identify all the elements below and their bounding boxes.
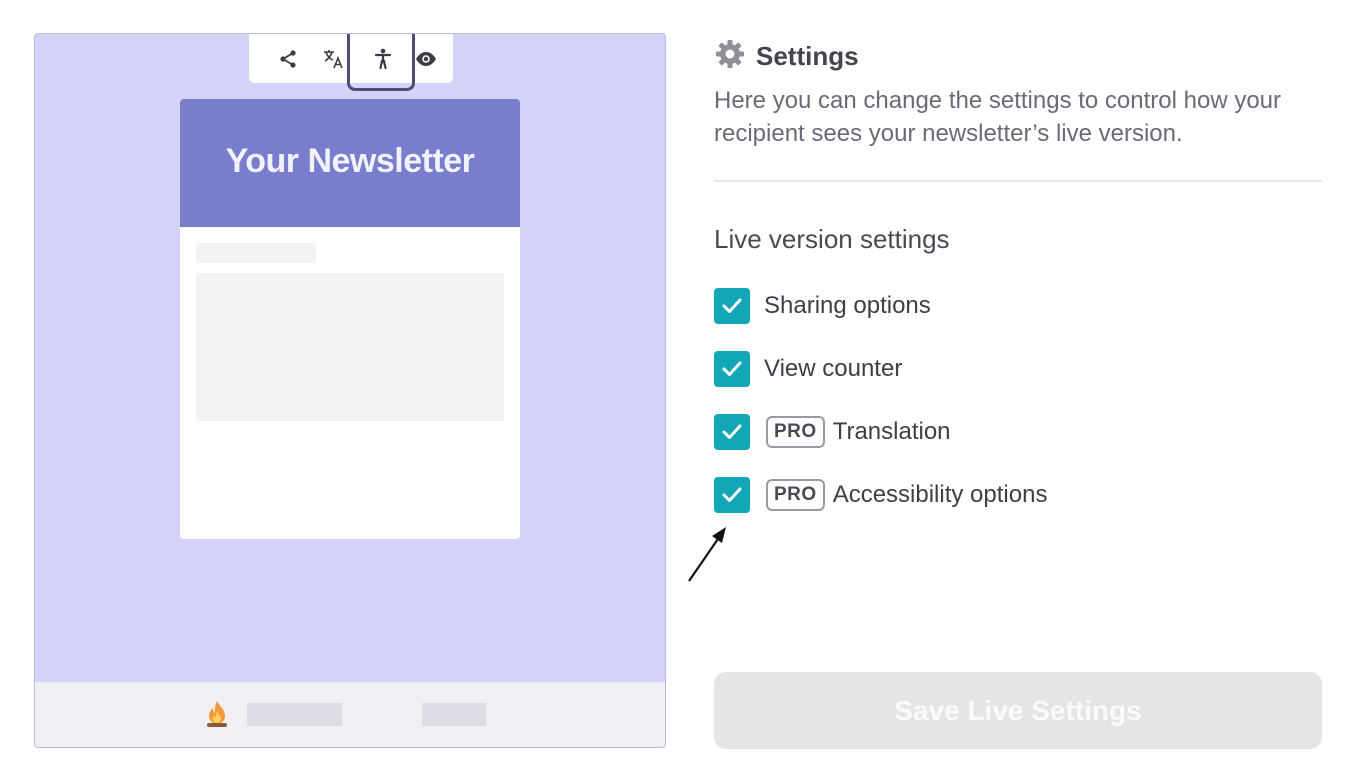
eye-icon[interactable] [413, 46, 439, 72]
save-live-settings-button[interactable]: Save Live Settings [714, 672, 1322, 749]
highlight-frame [347, 34, 415, 91]
fire-icon [203, 699, 231, 734]
placeholder-block [196, 273, 504, 421]
check-icon [722, 424, 742, 439]
pro-badge: PRO [766, 479, 825, 511]
checkbox-sharing[interactable] [714, 288, 750, 324]
placeholder-line [196, 243, 316, 263]
divider [714, 180, 1322, 182]
checkbox-accessibility[interactable] [714, 477, 750, 513]
newsletter-title: Your Newsletter [225, 142, 475, 180]
newsletter-header: Your Newsletter [180, 99, 520, 227]
gear-icon [714, 38, 746, 75]
translate-icon[interactable] [321, 46, 347, 72]
settings-header: Settings [714, 38, 859, 75]
option-sharing[interactable]: Sharing options [714, 288, 931, 324]
live-toolbar [249, 34, 453, 91]
settings-title: Settings [756, 41, 859, 71]
check-icon [722, 487, 742, 502]
preview-footer [35, 682, 665, 747]
option-label: Translation [832, 418, 951, 445]
footer-placeholder [247, 703, 342, 726]
option-view-counter[interactable]: View counter [714, 351, 902, 387]
checkbox-view-counter[interactable] [714, 351, 750, 387]
pointer-arrow-icon [682, 520, 732, 591]
check-icon [722, 361, 742, 376]
option-translation[interactable]: PRO Translation [714, 414, 951, 450]
checkbox-translation[interactable] [714, 414, 750, 450]
section-title: Live version settings [714, 224, 950, 254]
option-label: Accessibility options [832, 481, 1048, 508]
option-label: View counter [764, 355, 903, 382]
settings-description: Here you can change the settings to cont… [714, 87, 1281, 147]
newsletter-card: Your Newsletter [180, 99, 520, 539]
pro-badge: PRO [766, 416, 825, 448]
newsletter-preview: Your Newsletter [34, 33, 666, 748]
settings-page: Your Newsletter Settings Here you can ch… [0, 0, 1350, 776]
share-icon[interactable] [275, 46, 301, 72]
check-icon [722, 298, 742, 313]
option-label: Sharing options [764, 292, 931, 319]
footer-placeholder [422, 703, 486, 726]
option-accessibility[interactable]: PRO Accessibility options [714, 477, 1047, 513]
